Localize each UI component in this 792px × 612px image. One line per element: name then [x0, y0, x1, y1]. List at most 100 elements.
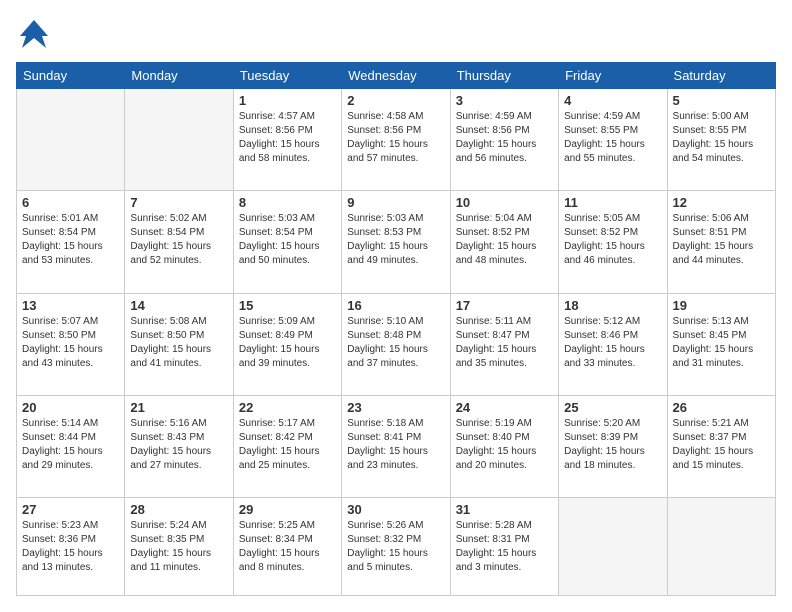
weekday-header-wednesday: Wednesday: [342, 63, 450, 89]
day-info: Sunrise: 4:58 AM Sunset: 8:56 PM Dayligh…: [347, 110, 444, 166]
calendar-cell: 20 Sunrise: 5:14 AM Sunset: 8:44 PM Dayli…: [17, 396, 125, 498]
day-info: Sunrise: 5:01 AM Sunset: 8:54 PM Dayligh…: [22, 212, 119, 268]
day-info: Sunrise: 5:26 AM Sunset: 8:32 PM Dayligh…: [347, 519, 444, 575]
day-info: Sunrise: 5:18 AM Sunset: 8:41 PM Dayligh…: [347, 417, 444, 473]
day-number: 14: [130, 298, 227, 313]
day-number: 24: [456, 400, 553, 415]
day-info: Sunrise: 5:23 AM Sunset: 8:36 PM Dayligh…: [22, 519, 119, 575]
day-info: Sunrise: 5:03 AM Sunset: 8:54 PM Dayligh…: [239, 212, 336, 268]
day-info: Sunrise: 5:19 AM Sunset: 8:40 PM Dayligh…: [456, 417, 553, 473]
day-number: 11: [564, 195, 661, 210]
calendar-table: SundayMondayTuesdayWednesdayThursdayFrid…: [16, 62, 776, 596]
day-info: Sunrise: 5:21 AM Sunset: 8:37 PM Dayligh…: [673, 417, 770, 473]
day-info: Sunrise: 4:59 AM Sunset: 8:56 PM Dayligh…: [456, 110, 553, 166]
weekday-header-friday: Friday: [559, 63, 667, 89]
calendar-cell: 28Sunrise: 5:24 AM Sunset: 8:35 PM Dayli…: [125, 498, 233, 596]
day-info: Sunrise: 5:17 AM Sunset: 8:42 PM Dayligh…: [239, 417, 336, 473]
calendar-cell: 30 Sunrise: 5:26 AM Sunset: 8:32 PM Dayli…: [342, 498, 450, 596]
calendar-cell: 16 Sunrise: 5:10 AM Sunset: 8:48 PM Dayli…: [342, 293, 450, 395]
day-number: 5: [673, 93, 770, 108]
calendar-cell: 23 Sunrise: 5:18 AM Sunset: 8:41 PM Dayli…: [342, 396, 450, 498]
day-number: 21: [130, 400, 227, 415]
day-info: Sunrise: 4:59 AM Sunset: 8:55 PM Dayligh…: [564, 110, 661, 166]
calendar-week-3: 13 Sunrise: 5:07 AM Sunset: 8:50 PM Dayli…: [17, 293, 776, 395]
day-info: Sunrise: 5:07 AM Sunset: 8:50 PM Dayligh…: [22, 315, 119, 371]
day-number: 23: [347, 400, 444, 415]
day-info: Sunrise: 5:12 AM Sunset: 8:46 PM Dayligh…: [564, 315, 661, 371]
day-number: 29: [239, 502, 336, 517]
day-number: 2: [347, 93, 444, 108]
day-number: 20: [22, 400, 119, 415]
day-number: 26: [673, 400, 770, 415]
day-number: 25: [564, 400, 661, 415]
day-number: 3: [456, 93, 553, 108]
calendar-cell: 7 Sunrise: 5:02 AM Sunset: 8:54 PM Daylig…: [125, 191, 233, 293]
calendar-cell: 11 Sunrise: 5:05 AM Sunset: 8:52 PM Dayli…: [559, 191, 667, 293]
logo: [16, 16, 56, 52]
calendar-week-2: 6 Sunrise: 5:01 AM Sunset: 8:54 PM Daylig…: [17, 191, 776, 293]
day-info: Sunrise: 4:57 AM Sunset: 8:56 PM Dayligh…: [239, 110, 336, 166]
day-number: 9: [347, 195, 444, 210]
day-number: 18: [564, 298, 661, 313]
day-number: 1: [239, 93, 336, 108]
weekday-header-sunday: Sunday: [17, 63, 125, 89]
day-number: 10: [456, 195, 553, 210]
day-number: 17: [456, 298, 553, 313]
day-info: Sunrise: 5:04 AM Sunset: 8:52 PM Dayligh…: [456, 212, 553, 268]
day-info: Sunrise: 5:06 AM Sunset: 8:51 PM Dayligh…: [673, 212, 770, 268]
day-number: 30: [347, 502, 444, 517]
day-info: Sunrise: 5:28 AM Sunset: 8:31 PM Dayligh…: [456, 519, 553, 575]
calendar-cell: 31Sunrise: 5:28 AM Sunset: 8:31 PM Dayli…: [450, 498, 558, 596]
calendar-cell: 29 Sunrise: 5:25 AM Sunset: 8:34 PM Dayli…: [233, 498, 341, 596]
calendar-week-1: 1 Sunrise: 4:57 AM Sunset: 8:56 PM Daylig…: [17, 89, 776, 191]
calendar-cell: 22 Sunrise: 5:17 AM Sunset: 8:42 PM Dayli…: [233, 396, 341, 498]
day-number: 6: [22, 195, 119, 210]
day-number: 28: [130, 502, 227, 517]
day-number: 19: [673, 298, 770, 313]
day-info: Sunrise: 5:08 AM Sunset: 8:50 PM Dayligh…: [130, 315, 227, 371]
calendar-cell: 1 Sunrise: 4:57 AM Sunset: 8:56 PM Daylig…: [233, 89, 341, 191]
day-info: Sunrise: 5:00 AM Sunset: 8:55 PM Dayligh…: [673, 110, 770, 166]
day-number: 4: [564, 93, 661, 108]
day-number: 8: [239, 195, 336, 210]
calendar-cell: 13 Sunrise: 5:07 AM Sunset: 8:50 PM Dayli…: [17, 293, 125, 395]
logo-icon: [16, 16, 52, 52]
weekday-header-monday: Monday: [125, 63, 233, 89]
calendar-cell: 15Sunrise: 5:09 AM Sunset: 8:49 PM Dayli…: [233, 293, 341, 395]
day-number: 22: [239, 400, 336, 415]
day-number: 7: [130, 195, 227, 210]
day-info: Sunrise: 5:13 AM Sunset: 8:45 PM Dayligh…: [673, 315, 770, 371]
calendar-cell: [559, 498, 667, 596]
calendar-cell: 10 Sunrise: 5:04 AM Sunset: 8:52 PM Dayli…: [450, 191, 558, 293]
calendar-cell: [667, 498, 775, 596]
calendar-cell: 3 Sunrise: 4:59 AM Sunset: 8:56 PM Daylig…: [450, 89, 558, 191]
calendar-cell: 19 Sunrise: 5:13 AM Sunset: 8:45 PM Dayli…: [667, 293, 775, 395]
day-number: 13: [22, 298, 119, 313]
day-number: 12: [673, 195, 770, 210]
calendar-cell: 6 Sunrise: 5:01 AM Sunset: 8:54 PM Daylig…: [17, 191, 125, 293]
day-info: Sunrise: 5:05 AM Sunset: 8:52 PM Dayligh…: [564, 212, 661, 268]
day-info: Sunrise: 5:02 AM Sunset: 8:54 PM Dayligh…: [130, 212, 227, 268]
calendar-cell: 26 Sunrise: 5:21 AM Sunset: 8:37 PM Dayli…: [667, 396, 775, 498]
calendar-cell: 4 Sunrise: 4:59 AM Sunset: 8:55 PM Daylig…: [559, 89, 667, 191]
day-info: Sunrise: 5:03 AM Sunset: 8:53 PM Dayligh…: [347, 212, 444, 268]
calendar-cell: [17, 89, 125, 191]
calendar-page: SundayMondayTuesdayWednesdayThursdayFrid…: [0, 0, 792, 612]
calendar-cell: 17 Sunrise: 5:11 AM Sunset: 8:47 PM Dayli…: [450, 293, 558, 395]
day-info: Sunrise: 5:16 AM Sunset: 8:43 PM Dayligh…: [130, 417, 227, 473]
day-number: 27: [22, 502, 119, 517]
calendar-cell: 14 Sunrise: 5:08 AM Sunset: 8:50 PM Dayli…: [125, 293, 233, 395]
day-info: Sunrise: 5:10 AM Sunset: 8:48 PM Dayligh…: [347, 315, 444, 371]
calendar-cell: 24 Sunrise: 5:19 AM Sunset: 8:40 PM Dayli…: [450, 396, 558, 498]
calendar-week-5: 27 Sunrise: 5:23 AM Sunset: 8:36 PM Dayli…: [17, 498, 776, 596]
weekday-header-row: SundayMondayTuesdayWednesdayThursdayFrid…: [17, 63, 776, 89]
day-info: Sunrise: 5:25 AM Sunset: 8:34 PM Dayligh…: [239, 519, 336, 575]
day-info: Sunrise: 5:11 AM Sunset: 8:47 PM Dayligh…: [456, 315, 553, 371]
calendar-cell: 25Sunrise: 5:20 AM Sunset: 8:39 PM Dayli…: [559, 396, 667, 498]
day-info: Sunrise: 5:14 AM Sunset: 8:44 PM Dayligh…: [22, 417, 119, 473]
day-info: Sunrise: 5:09 AM Sunset: 8:49 PM Dayligh…: [239, 315, 336, 371]
day-number: 16: [347, 298, 444, 313]
calendar-cell: 12 Sunrise: 5:06 AM Sunset: 8:51 PM Dayli…: [667, 191, 775, 293]
header: [16, 16, 776, 52]
calendar-cell: 27 Sunrise: 5:23 AM Sunset: 8:36 PM Dayli…: [17, 498, 125, 596]
